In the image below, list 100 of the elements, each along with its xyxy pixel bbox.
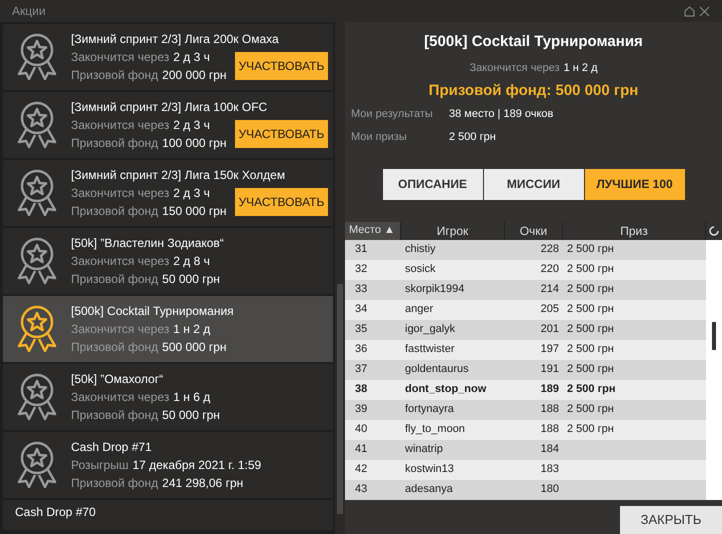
points-cell-text: 183	[540, 462, 559, 478]
place-cell-text: 39	[354, 402, 368, 418]
info-value: 17 декабря 2021 г. 1:59	[132, 457, 262, 473]
promotion-card[interactable]: Cash Drop #71 Розыгрыш 17 декабря 2021 г. 1:59 Призовой фонд 241 298,06 грн	[3, 432, 333, 498]
promotion-title: Cash Drop #70	[15, 504, 97, 520]
promotion-card[interactable]: [50k] ”Омахолог“ Закончится через 1 н 6 д Призовой фонд 50 000 грн	[3, 364, 333, 430]
prize-pool: Призовой фонд: 500 000 грн	[428, 81, 638, 101]
promotion-card[interactable]: [50k] ”Властелин Зодиаков“ Закончится через 2 д 8 ч Призовой фонд 50 000 грн	[3, 228, 333, 294]
stat-value: 38 место | 189 очков	[449, 106, 554, 122]
join-button[interactable]: УЧАСТВОВАТЬ	[234, 188, 328, 216]
promotion-title: [Зимний спринт 2/3] Лига 150к Холдем	[71, 167, 286, 183]
promotion-card[interactable]: [Зимний спринт 2/3] Лига 200к Омаха Закончится через 2 д 3 ч Призовой фонд 200 000 грн УЧАСТВОВАТЬ	[3, 24, 333, 90]
place-cell-text: 43	[354, 482, 368, 498]
info-value: 2 д 3 ч	[173, 117, 210, 133]
table-row[interactable]: 40 fly_to_moon 188 2 500 грн	[345, 420, 706, 440]
scrollbar-thumb[interactable]	[712, 322, 716, 350]
stat-value: 2 500 грн	[449, 130, 496, 145]
promotion-card[interactable]: [Зимний спринт 2/3] Лига 150к Холдем Закончится через 2 д 3 ч Призовой фонд 150 000 грн УЧАСТВОВАТЬ	[3, 160, 333, 226]
prize-cell-text: 2 500 грн	[567, 242, 614, 258]
close-icon[interactable]	[699, 6, 710, 16]
info-label: Призовой фонд	[71, 67, 158, 83]
table-row[interactable]: 42 kostwin13 183	[345, 460, 706, 480]
table-row[interactable]: 34 anger 205 2 500 грн	[345, 300, 706, 320]
place-cell-text: 31	[354, 242, 368, 258]
info-label: Призовой фонд	[71, 203, 158, 219]
points-cell-text: 220	[540, 262, 559, 278]
prize-cell-text: 2 500 грн	[567, 362, 614, 378]
info-label: Розыгрыш	[71, 457, 128, 473]
table-row[interactable]: 41 winatrip 184	[345, 440, 706, 460]
promotion-card[interactable]: Cash Drop #70	[3, 500, 333, 530]
points-cell-text: 205	[540, 302, 559, 318]
info-value: 200 000 грн	[162, 67, 227, 83]
player-cell-text: fortynayra	[405, 402, 455, 418]
info-label: Призовой фонд	[71, 135, 158, 151]
table-row[interactable]: 32 sosick 220 2 500 грн	[345, 260, 706, 280]
table-row[interactable]: 31 chistiy 228 2 500 грн	[345, 240, 706, 260]
table-row[interactable]: 36 fasttwister 197 2 500 грн	[345, 340, 706, 360]
points-cell-text: 189	[540, 382, 559, 398]
info-value: 500 000 грн	[162, 339, 227, 355]
info-label: Призовой фонд	[71, 407, 158, 423]
points-cell-text: 191	[540, 362, 559, 378]
info-label: Закончится через	[71, 185, 170, 201]
info-value: 50 000 грн	[162, 407, 220, 423]
info-label: Призовой фонд	[71, 475, 158, 491]
info-value: 100 000 грн	[162, 135, 227, 151]
info-label: Призовой фонд	[71, 339, 158, 355]
player-cell-text: goldentaurus	[405, 362, 470, 378]
player-cell-text: anger	[405, 302, 434, 318]
table-row[interactable]: 37 goldentaurus 191 2 500 грн	[345, 360, 706, 380]
prize-cell-text: 2 500 грн	[567, 302, 614, 318]
points-cell-text: 180	[540, 482, 559, 498]
column-header[interactable]: Место ▲	[345, 222, 401, 240]
scrollbar-thumb[interactable]	[337, 284, 343, 514]
home-icon[interactable]	[684, 6, 695, 16]
place-cell-text: 33	[354, 282, 368, 298]
place-cell-text: 42	[354, 462, 368, 478]
promotion-card[interactable]: [500k] Cocktail Турниромания Закончится через 1 н 2 д Призовой фонд 500 000 грн	[3, 296, 333, 362]
stat-label: Мои призы	[351, 130, 408, 145]
prize-cell-text: 2 500 грн	[567, 322, 614, 338]
place-cell-text: 38	[354, 382, 368, 398]
prize-cell-text: 2 500 грн	[567, 282, 614, 298]
prize-cell-text: 2 500 грн	[567, 422, 614, 438]
points-cell-text: 228	[540, 242, 559, 258]
close-button[interactable]: ЗАКРЫТЬ	[620, 506, 722, 534]
player-cell-text: chistiy	[405, 242, 437, 258]
info-label: Закончится через	[71, 389, 170, 405]
join-button[interactable]: УЧАСТВОВАТЬ	[234, 120, 328, 148]
points-cell-text: 201	[540, 322, 559, 338]
place-cell-text: 32	[354, 262, 368, 278]
join-button[interactable]: УЧАСТВОВАТЬ	[234, 52, 328, 80]
points-cell-text: 197	[540, 342, 559, 358]
table-row[interactable]: 35 igor_galyk 201 2 500 грн	[345, 320, 706, 340]
tab[interactable]: ОПИСАНИЕ	[382, 168, 482, 200]
place-cell-text: 36	[354, 342, 368, 358]
info-label: Закончится через	[71, 49, 170, 65]
tab[interactable]: ЛУЧШИЕ 100	[584, 168, 684, 200]
place-cell-text: 41	[354, 442, 368, 458]
table-row[interactable]: 39 fortynayra 188 2 500 грн	[345, 400, 706, 420]
info-label: Закончится через	[71, 117, 170, 133]
points-cell-text: 214	[540, 282, 559, 298]
promotion-title: [Зимний спринт 2/3] Лига 100к OFC	[71, 99, 268, 115]
prize-cell-text: 2 500 грн	[567, 382, 616, 398]
promotion-card[interactable]: [Зимний спринт 2/3] Лига 100к OFC Закончится через 2 д 3 ч Призовой фонд 100 000 грн УЧАСТВОВАТЬ	[3, 92, 333, 158]
info-label: Закончится через	[71, 253, 170, 269]
info-label: Закончится через	[71, 321, 170, 337]
info-value: 2 д 8 ч	[173, 253, 210, 269]
prize-cell-text: 2 500 грн	[567, 402, 614, 418]
player-cell-text: sosick	[405, 262, 437, 278]
table-row[interactable]: 33 skorpik1994 214 2 500 грн	[345, 280, 706, 300]
player-cell-text: kostwin13	[405, 462, 455, 478]
table-row[interactable]: 43 adesanya 180	[345, 480, 706, 500]
tab[interactable]: МИССИИ	[484, 168, 584, 200]
place-cell-text: 35	[354, 322, 368, 338]
player-cell-text: igor_galyk	[405, 322, 456, 338]
place-cell-text: 34	[354, 302, 368, 318]
promotion-heading: [500k] Cocktail Турниромания	[424, 32, 643, 52]
table-row[interactable]: 38 dont_stop_now 189 2 500 грн	[345, 380, 706, 400]
info-value: 1 н 6 д	[173, 389, 210, 405]
player-cell-text: skorpik1994	[405, 282, 466, 298]
place-cell-text: 40	[354, 422, 368, 438]
